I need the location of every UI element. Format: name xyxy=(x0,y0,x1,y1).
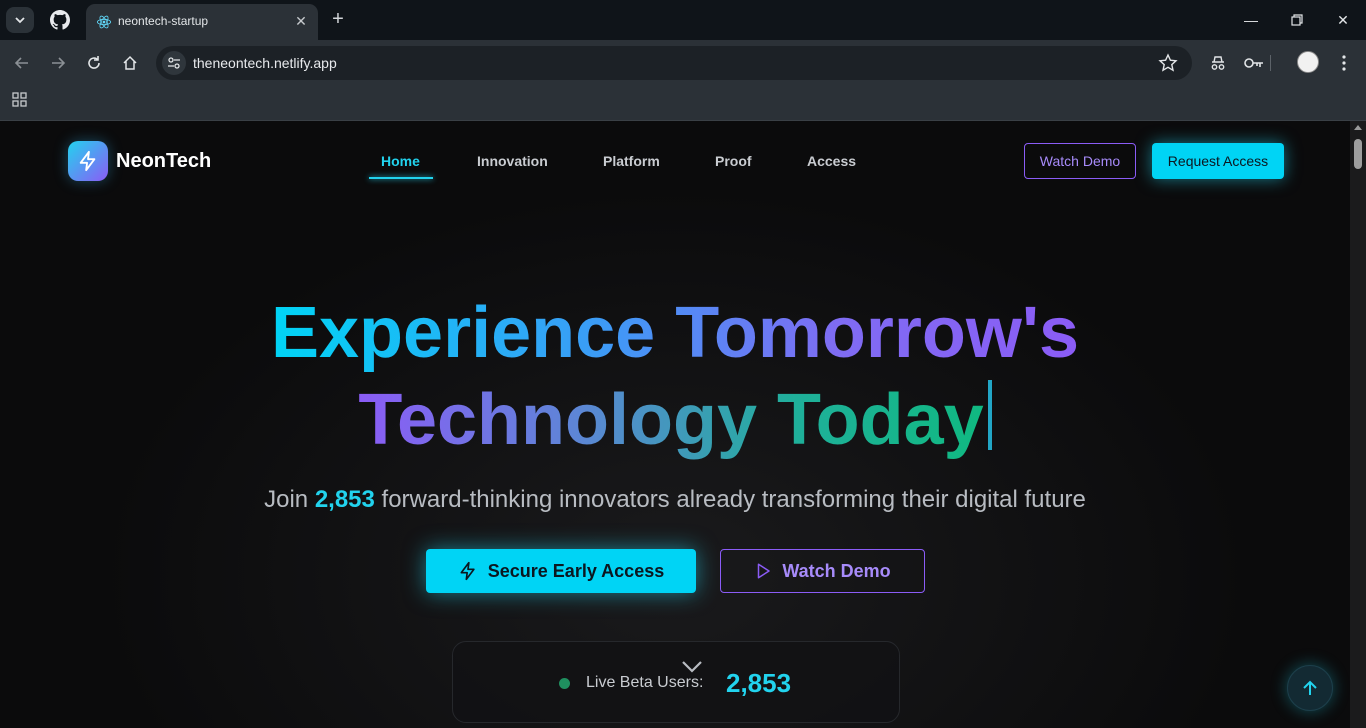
bookmark-star-icon[interactable] xyxy=(1158,53,1178,73)
page-scrollbar[interactable] xyxy=(1350,121,1366,728)
tab-strip: neontech-startup ✕ + — ✕ xyxy=(0,0,1366,40)
site-info-icon[interactable] xyxy=(162,51,186,75)
typing-cursor xyxy=(987,380,992,450)
tab-search-button[interactable] xyxy=(6,7,34,33)
page-viewport: NeonTech Home Innovation Platform Proof … xyxy=(0,121,1350,728)
play-icon xyxy=(758,563,771,579)
subtitle-user-count: 2,853 xyxy=(314,486,375,513)
live-indicator-dot xyxy=(559,678,570,689)
lightning-icon xyxy=(460,561,475,581)
reload-icon[interactable] xyxy=(83,52,105,74)
home-icon[interactable] xyxy=(119,52,141,74)
request-access-button[interactable]: Request Access xyxy=(1152,143,1284,179)
chevron-down-icon xyxy=(15,17,25,24)
live-users-label: Live Beta Users: xyxy=(586,674,704,691)
github-icon[interactable] xyxy=(50,10,70,30)
apps-grid-icon[interactable] xyxy=(12,92,28,108)
back-icon[interactable] xyxy=(11,52,33,74)
arrow-up-icon xyxy=(1303,680,1317,695)
browser-chrome: neontech-startup ✕ + — ✕ theneontech.net… xyxy=(0,0,1366,121)
react-icon xyxy=(96,15,112,29)
hero-headline-line2: Technology Today xyxy=(0,376,1350,464)
profile-avatar[interactable] xyxy=(1297,51,1319,73)
new-tab-button[interactable]: + xyxy=(328,8,348,30)
watch-demo-button[interactable]: Watch Demo xyxy=(720,549,925,593)
more-menu-icon[interactable] xyxy=(1333,52,1355,74)
minimize-icon[interactable]: — xyxy=(1236,8,1266,32)
nav-active-indicator xyxy=(369,177,433,179)
brand-name[interactable]: NeonTech xyxy=(116,150,211,173)
scroll-up-arrow[interactable] xyxy=(1354,125,1362,130)
nav-link-proof[interactable]: Proof xyxy=(715,153,752,169)
close-tab-icon[interactable]: ✕ xyxy=(292,12,310,30)
back-to-top-button[interactable] xyxy=(1287,665,1333,711)
cta-secondary-label: Watch Demo xyxy=(782,560,891,581)
forward-icon[interactable] xyxy=(47,52,69,74)
url-text: theneontech.netlify.app xyxy=(193,55,337,71)
live-users-card: Live Beta Users: 2,853 xyxy=(452,641,900,723)
nav-link-innovation[interactable]: Innovation xyxy=(477,153,548,169)
watch-demo-nav-button[interactable]: Watch Demo xyxy=(1024,143,1136,179)
close-window-icon[interactable]: ✕ xyxy=(1328,8,1358,32)
address-bar[interactable]: theneontech.netlify.app xyxy=(156,46,1192,80)
scroll-thumb[interactable] xyxy=(1354,139,1362,169)
nav-link-home[interactable]: Home xyxy=(381,153,420,169)
hero-subtitle: Join 2,853 forward-thinking innovators a… xyxy=(264,486,1086,513)
cta-primary-label: Secure Early Access xyxy=(487,560,665,581)
active-tab[interactable]: neontech-startup ✕ xyxy=(86,4,318,40)
logo[interactable] xyxy=(68,141,108,181)
toolbar-divider xyxy=(1270,55,1274,71)
nav-link-platform[interactable]: Platform xyxy=(603,153,660,169)
hero-headline-line1: Experience Tomorrow's xyxy=(270,293,1080,373)
live-users-count: 2,853 xyxy=(726,668,792,698)
secure-early-access-button[interactable]: Secure Early Access xyxy=(426,549,696,593)
tab-title: neontech-startup xyxy=(118,14,209,28)
chevron-down-icon[interactable] xyxy=(681,660,703,674)
lightning-icon xyxy=(79,150,96,172)
password-key-icon[interactable] xyxy=(1243,52,1265,74)
incognito-extension-icon[interactable] xyxy=(1207,52,1229,74)
bookmarks-bar xyxy=(0,86,1366,121)
browser-toolbar: theneontech.netlify.app xyxy=(0,40,1366,86)
nav-link-access[interactable]: Access xyxy=(807,153,856,169)
restore-icon[interactable] xyxy=(1282,8,1312,32)
